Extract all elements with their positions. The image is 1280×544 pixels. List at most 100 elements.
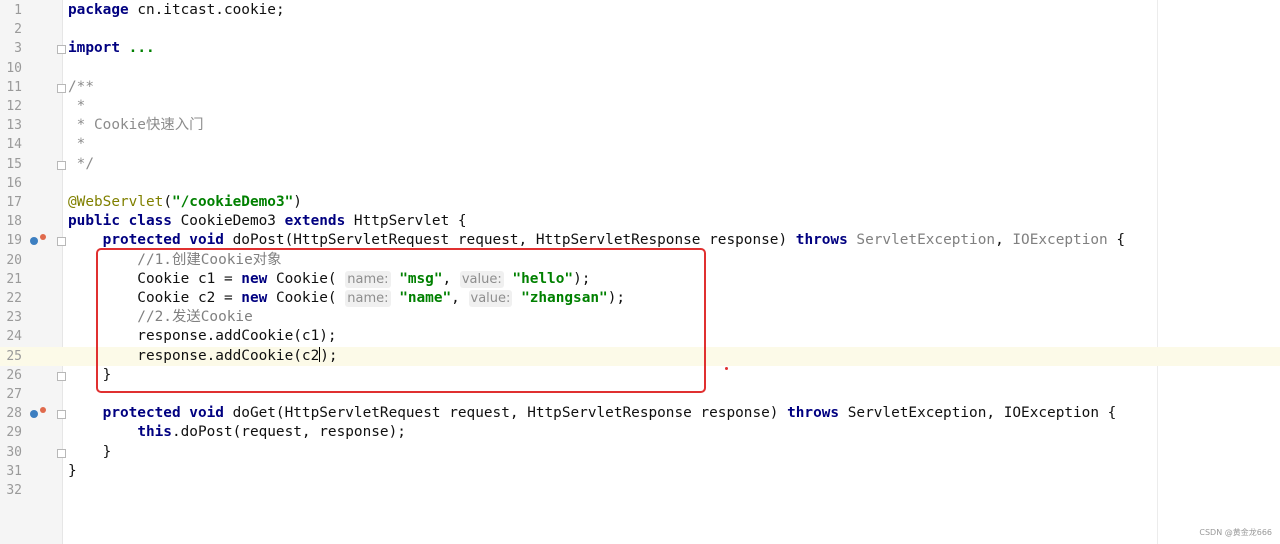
- code-line[interactable]: 17 @WebServlet("/cookieDemo3"): [0, 193, 1280, 212]
- annotation-dot: [725, 367, 728, 370]
- line-number[interactable]: 21: [0, 270, 22, 289]
- code-token: throws: [787, 405, 840, 422]
- implements-arrow-icon[interactable]: [40, 407, 46, 414]
- line-number[interactable]: 1: [0, 1, 22, 20]
- line-number[interactable]: 11: [0, 78, 22, 97]
- fold-toggle-icon[interactable]: [57, 448, 66, 458]
- fold-toggle-icon[interactable]: [57, 45, 66, 55]
- line-number[interactable]: 13: [0, 116, 22, 135]
- code-token: cn.itcast.cookie;: [128, 2, 285, 18]
- code-text[interactable]: this.doPost(request, response);: [68, 423, 406, 442]
- code-token: throws: [795, 232, 848, 249]
- code-token: this: [137, 424, 172, 441]
- line-number[interactable]: 2: [0, 20, 22, 39]
- code-line[interactable]: 15 */: [0, 155, 1280, 174]
- code-token: doPost(HttpServletRequest request, HttpS…: [223, 232, 796, 249]
- line-number[interactable]: 17: [0, 193, 22, 212]
- code-line[interactable]: 2: [0, 20, 1280, 39]
- line-number[interactable]: 16: [0, 174, 22, 193]
- code-text[interactable]: import ...: [68, 39, 155, 58]
- line-number[interactable]: 24: [0, 327, 22, 346]
- code-text[interactable]: public class CookieDemo3 extends HttpSer…: [68, 212, 467, 231]
- line-number[interactable]: 22: [0, 289, 22, 308]
- code-token: *: [68, 136, 86, 153]
- line-number[interactable]: 23: [0, 308, 22, 327]
- code-line[interactable]: 13 * Cookie快速入门: [0, 116, 1280, 135]
- code-text[interactable]: */: [68, 155, 94, 174]
- line-number[interactable]: 18: [0, 212, 22, 231]
- line-number[interactable]: 20: [0, 251, 22, 270]
- code-token: extends: [284, 213, 346, 230]
- code-editor[interactable]: 1 package cn.itcast.cookie; 2 3 import ... 10…: [0, 0, 1280, 544]
- fold-toggle-icon[interactable]: [57, 410, 66, 420]
- code-text[interactable]: @WebServlet("/cookieDemo3"): [68, 193, 302, 212]
- code-text[interactable]: protected void doGet(HttpServletRequest …: [68, 404, 1117, 423]
- code-text[interactable]: *: [68, 97, 86, 116]
- line-number[interactable]: 12: [0, 97, 22, 116]
- code-text[interactable]: }: [68, 462, 77, 481]
- code-text[interactable]: package cn.itcast.cookie;: [68, 1, 285, 20]
- code-line[interactable]: 14 *: [0, 135, 1280, 154]
- code-token: ServletException, IOException {: [839, 405, 1117, 422]
- fold-toggle-icon[interactable]: [57, 371, 66, 381]
- code-token: */: [68, 155, 94, 172]
- line-number[interactable]: 28: [0, 404, 22, 423]
- code-line[interactable]: 10: [0, 59, 1280, 78]
- line-number[interactable]: 19: [0, 231, 22, 250]
- fold-toggle-icon[interactable]: [57, 83, 66, 93]
- code-line[interactable]: 3 import ...: [0, 39, 1280, 58]
- code-line[interactable]: 16: [0, 174, 1280, 193]
- code-text[interactable]: /**: [68, 78, 94, 97]
- code-token: ...: [128, 40, 155, 57]
- override-method-icon[interactable]: [30, 410, 38, 419]
- line-number[interactable]: 32: [0, 481, 22, 500]
- code-token: ,: [995, 232, 1013, 249]
- code-text[interactable]: *: [68, 135, 86, 154]
- code-token: @WebServlet: [68, 194, 164, 210]
- line-number[interactable]: 31: [0, 462, 22, 481]
- code-line[interactable]: 32: [0, 481, 1280, 500]
- code-text[interactable]: }: [68, 443, 112, 462]
- code-line[interactable]: 1 package cn.itcast.cookie;: [0, 1, 1280, 20]
- line-number[interactable]: 15: [0, 155, 22, 174]
- override-method-icon[interactable]: [30, 237, 38, 246]
- code-token: ServletException: [847, 232, 996, 249]
- implements-arrow-icon[interactable]: [40, 234, 46, 241]
- fold-toggle-icon[interactable]: [57, 237, 66, 247]
- code-line[interactable]: 28 protected void doGet(HttpServletReque…: [0, 404, 1280, 423]
- line-number[interactable]: 26: [0, 366, 22, 385]
- code-line[interactable]: 18 public class CookieDemo3 extends HttpS…: [0, 212, 1280, 231]
- code-text[interactable]: * Cookie快速入门: [68, 116, 204, 135]
- line-number[interactable]: 10: [0, 59, 22, 78]
- code-token: public class: [68, 213, 172, 230]
- code-token: CookieDemo3: [171, 213, 285, 230]
- code-line[interactable]: 30 }: [0, 443, 1280, 462]
- code-token: *: [68, 98, 86, 114]
- code-token: "/cookieDemo3": [171, 194, 294, 210]
- line-number[interactable]: 3: [0, 39, 22, 58]
- code-line[interactable]: 12 *: [0, 97, 1280, 116]
- code-line[interactable]: 29 this.doPost(request, response);: [0, 423, 1280, 442]
- line-number[interactable]: 27: [0, 385, 22, 404]
- watermark: CSDN @黄金龙666: [1199, 528, 1272, 537]
- code-token: IOException: [1012, 232, 1108, 249]
- code-token: protected void: [102, 405, 224, 422]
- line-number[interactable]: 14: [0, 135, 22, 154]
- code-token: /**: [68, 78, 94, 95]
- code-token: ): [293, 194, 302, 210]
- fold-toggle-icon[interactable]: [57, 160, 66, 170]
- code-token: import: [68, 40, 120, 57]
- code-token: * Cookie快速入门: [68, 117, 204, 134]
- line-number[interactable]: 29: [0, 423, 22, 442]
- line-number[interactable]: 30: [0, 443, 22, 462]
- code-token: (: [163, 194, 172, 210]
- code-token: protected void: [102, 232, 224, 249]
- code-token: {: [1107, 232, 1126, 249]
- code-line[interactable]: 31}: [0, 462, 1280, 481]
- line-number[interactable]: 25: [0, 347, 22, 366]
- code-token: }: [68, 443, 112, 460]
- code-line[interactable]: 11 /**: [0, 78, 1280, 97]
